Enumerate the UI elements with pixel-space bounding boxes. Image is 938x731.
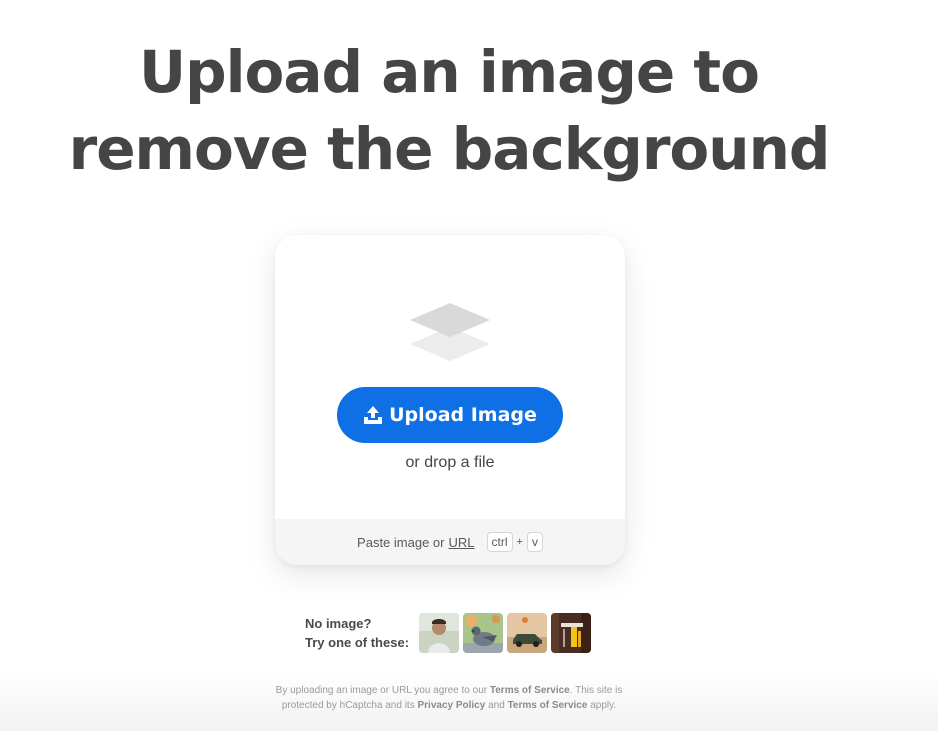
car-thumbnail[interactable]: [507, 613, 547, 653]
legal-line-1-prefix: By uploading an image or URL you agree t…: [275, 685, 488, 696]
page-title: Upload an image to remove the background: [0, 34, 898, 188]
sample-label-line-1: No image?: [305, 616, 372, 631]
page-title-line-2: remove the background: [68, 115, 831, 183]
legal-line-2-suffix: apply.: [590, 700, 617, 711]
legal-line-1: By uploading an image or URL you agree t…: [0, 683, 898, 698]
v-key: v: [526, 532, 543, 552]
sample-label-line-2: Try one of these:: [305, 635, 410, 650]
pigeon-thumbnail[interactable]: [463, 613, 503, 653]
paste-prefix: Paste image or: [357, 534, 445, 550]
person-thumbnail[interactable]: [419, 613, 459, 653]
legal-notice: By uploading an image or URL you agree t…: [0, 683, 898, 713]
upload-dropzone[interactable]: Upload Image or drop a file Paste image …: [275, 235, 625, 565]
ctrl-key: ctrl: [486, 532, 513, 552]
plus-sign: +: [516, 536, 523, 548]
legal-line-2: protected by hCaptcha and its Privacy Po…: [0, 698, 898, 713]
legal-line-2-prefix: protected by hCaptcha and its: [281, 700, 415, 711]
sample-images-label: No image? Try one of these:: [305, 614, 419, 652]
terms-of-service-link[interactable]: Terms of Service: [490, 685, 570, 696]
url-link[interactable]: URL: [448, 535, 474, 550]
object-thumbnail[interactable]: [551, 613, 591, 653]
paste-bar: Paste image or URL ctrl + v: [275, 519, 625, 565]
layers-icon: [410, 303, 490, 361]
sample-images: No image? Try one of these:: [305, 613, 595, 653]
privacy-policy-link[interactable]: Privacy Policy: [417, 700, 485, 711]
legal-and: and: [488, 700, 505, 711]
page-title-line-1: Upload an image to: [139, 38, 760, 106]
upload-image-button-label: Upload Image: [389, 404, 537, 426]
drop-file-hint: or drop a file: [405, 454, 495, 471]
legal-line-1-suffix: . This site is: [569, 685, 623, 696]
upload-icon: [364, 406, 383, 424]
terms-of-service-link-2[interactable]: Terms of Service: [508, 700, 588, 711]
page: Upload an image to remove the background…: [0, 0, 938, 731]
upload-image-button[interactable]: Upload Image: [337, 387, 563, 443]
